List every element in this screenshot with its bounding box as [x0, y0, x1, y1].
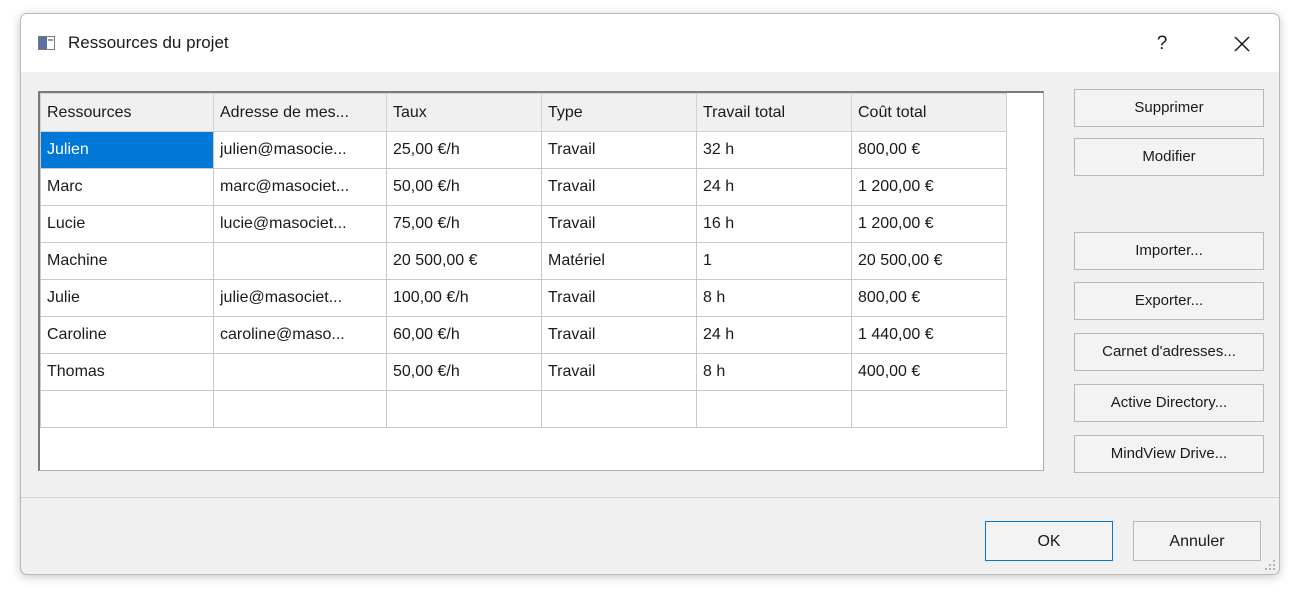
table-row[interactable]: Julie julie@masociet... 100,00 €/h Travail 8…	[40, 279, 1007, 317]
cell-column-email[interactable]	[213, 390, 387, 428]
cell-column-type[interactable]: Travail	[541, 131, 697, 169]
cell-column-total-work[interactable]: 24 h	[696, 316, 852, 354]
cell-column-rate[interactable]: 75,00 €/h	[386, 205, 542, 243]
table-row[interactable]: Lucie lucie@masociet... 75,00 €/h Travail 16…	[40, 205, 1007, 243]
footer-divider	[21, 497, 1279, 498]
title-bar[interactable]: Ressources du projet ?	[21, 14, 1279, 72]
window-icon	[38, 36, 55, 50]
resize-grip-icon[interactable]	[1264, 559, 1276, 571]
delete-button[interactable]: Supprimer	[1074, 89, 1264, 127]
cell-column-resources[interactable]: Lucie	[40, 205, 214, 243]
cell-column-email[interactable]	[213, 242, 387, 280]
cell-column-total-cost[interactable]: 1 200,00 €	[851, 168, 1007, 206]
cell-column-type[interactable]: Travail	[541, 353, 697, 391]
cell-column-rate[interactable]: 60,00 €/h	[386, 316, 542, 354]
export-button[interactable]: Exporter...	[1074, 282, 1264, 320]
table-row[interactable]: Machine 20 500,00 € Matériel 1 20 500,00 €	[40, 242, 1007, 280]
cell-column-type[interactable]: Travail	[541, 279, 697, 317]
cell-column-resources[interactable]: Thomas	[40, 353, 214, 391]
cell-column-type[interactable]: Matériel	[541, 242, 697, 280]
resources-dialog: Ressources du projet ? Ressources Adresse…	[20, 13, 1280, 575]
table-row[interactable]: Caroline caroline@maso... 60,00 €/h Travail…	[40, 316, 1007, 354]
cell-column-total-work[interactable]: 1	[696, 242, 852, 280]
cell-column-resources[interactable]	[40, 390, 214, 428]
cell-column-resources[interactable]: Julien	[40, 131, 214, 169]
table-row[interactable]: Julien julien@masocie... 25,00 €/h Travail 3…	[40, 131, 1007, 169]
cell-column-email[interactable]: lucie@masociet...	[213, 205, 387, 243]
header-column-email[interactable]: Adresse de mes...	[213, 93, 387, 132]
cell-column-rate[interactable]: 20 500,00 €	[386, 242, 542, 280]
cell-column-total-work[interactable]: 32 h	[696, 131, 852, 169]
cell-column-total-cost[interactable]: 400,00 €	[851, 353, 1007, 391]
cell-column-total-cost[interactable]: 1 440,00 €	[851, 316, 1007, 354]
close-icon	[1234, 36, 1250, 52]
import-button[interactable]: Importer...	[1074, 232, 1264, 270]
help-button[interactable]: ?	[1139, 24, 1185, 64]
cell-column-rate[interactable]	[386, 390, 542, 428]
cell-column-email[interactable]: caroline@maso...	[213, 316, 387, 354]
cell-column-resources[interactable]: Julie	[40, 279, 214, 317]
cell-column-email[interactable]	[213, 353, 387, 391]
cell-column-email[interactable]: julien@masocie...	[213, 131, 387, 169]
header-column-resources[interactable]: Ressources	[40, 93, 214, 132]
cell-column-total-cost[interactable]: 800,00 €	[851, 131, 1007, 169]
header-column-total-cost[interactable]: Coût total	[851, 93, 1007, 132]
cell-column-total-cost[interactable]	[851, 390, 1007, 428]
cell-column-type[interactable]: Travail	[541, 205, 697, 243]
address-book-button[interactable]: Carnet d'adresses...	[1074, 333, 1264, 371]
window-title: Ressources du projet	[68, 33, 229, 52]
resources-table: Ressources Adresse de mes... Taux Type Trava…	[40, 93, 1007, 428]
cell-column-resources[interactable]: Caroline	[40, 316, 214, 354]
cell-column-total-work[interactable]: 8 h	[696, 279, 852, 317]
cell-column-total-cost[interactable]: 800,00 €	[851, 279, 1007, 317]
cell-column-email[interactable]: julie@masociet...	[213, 279, 387, 317]
cell-column-type[interactable]: Travail	[541, 316, 697, 354]
cell-column-total-work[interactable]	[696, 390, 852, 428]
cell-column-rate[interactable]: 50,00 €/h	[386, 353, 542, 391]
cell-column-type[interactable]: Travail	[541, 168, 697, 206]
mindview-drive-button[interactable]: MindView Drive...	[1074, 435, 1264, 473]
cell-column-rate[interactable]: 100,00 €/h	[386, 279, 542, 317]
close-button[interactable]	[1219, 26, 1265, 62]
cancel-button[interactable]: Annuler	[1133, 521, 1261, 561]
cell-column-rate[interactable]: 25,00 €/h	[386, 131, 542, 169]
cell-column-total-work[interactable]: 16 h	[696, 205, 852, 243]
cell-column-resources[interactable]: Machine	[40, 242, 214, 280]
table-header-row: Ressources Adresse de mes... Taux Type Trava…	[40, 93, 1007, 132]
cell-column-total-work[interactable]: 8 h	[696, 353, 852, 391]
cell-column-email[interactable]: marc@masociet...	[213, 168, 387, 206]
resources-table-frame[interactable]: Ressources Adresse de mes... Taux Type Trava…	[38, 91, 1044, 471]
cell-column-type[interactable]	[541, 390, 697, 428]
header-column-rate[interactable]: Taux	[386, 93, 542, 132]
header-column-total-work[interactable]: Travail total	[696, 93, 852, 132]
edit-button[interactable]: Modifier	[1074, 138, 1264, 176]
table-row[interactable]: Thomas 50,00 €/h Travail 8 h 400,00 €	[40, 353, 1007, 391]
table-row[interactable]: Marc marc@masociet... 50,00 €/h Travail 24 h…	[40, 168, 1007, 206]
cell-column-total-work[interactable]: 24 h	[696, 168, 852, 206]
cell-column-total-cost[interactable]: 1 200,00 €	[851, 205, 1007, 243]
active-directory-button[interactable]: Active Directory...	[1074, 384, 1264, 422]
cell-column-rate[interactable]: 50,00 €/h	[386, 168, 542, 206]
cell-column-total-cost[interactable]: 20 500,00 €	[851, 242, 1007, 280]
cell-column-resources[interactable]: Marc	[40, 168, 214, 206]
table-row[interactable]	[40, 390, 1007, 428]
ok-button[interactable]: OK	[985, 521, 1113, 561]
header-column-type[interactable]: Type	[541, 93, 697, 132]
